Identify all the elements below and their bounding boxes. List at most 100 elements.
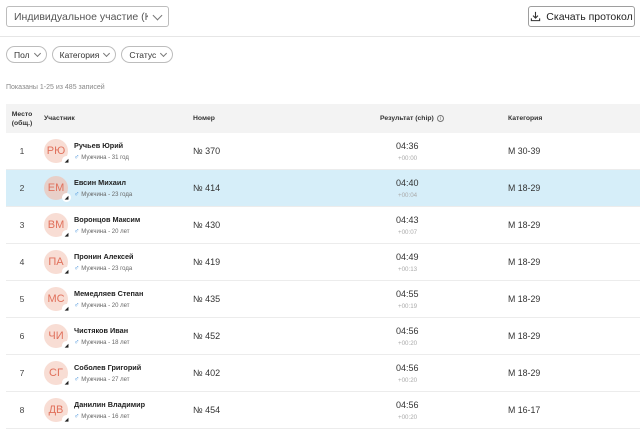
avatar: СГ ◢ [44,361,71,387]
avatar-initials: ПА [48,256,64,268]
filter-bar: Пол Категория Статус [6,46,174,63]
bib-number: № 370 [193,146,221,156]
category-cell: М 16-17 [508,405,541,415]
result-cell: 04:56 +00:20 [380,326,508,347]
running-shoe-icon: ◢ [62,415,71,424]
chevron-down-icon [152,10,163,20]
result-time: 04:40 [396,177,419,188]
participant-name[interactable]: Соболев Григорий [74,363,141,372]
participant-info: Пронин Алексей ♂ Мужчина - 23 года [74,252,134,272]
avatar-initials: ЕМ [47,182,65,194]
participant-cell: ЧИ ◢ Чистяков Иван ♂ Мужчина - 18 лет [38,324,193,350]
result-time: 04:36 [396,140,419,151]
download-protocol-button[interactable]: Скачать протокол [528,6,635,27]
download-protocol-label: Скачать протокол [546,10,633,23]
table-row[interactable]: 4 ПА ◢ Пронин Алексей ♂ Мужчина - 23 год… [6,244,640,281]
chevron-down-icon [160,49,168,58]
running-shoe-icon: ◢ [62,230,71,239]
participant-name[interactable]: Мемедляев Степан [74,289,143,298]
participant-details: ♂ Мужчина - 20 лет [74,302,143,309]
participant-name[interactable]: Евсин Михаил [74,178,132,187]
result-time: 04:43 [396,214,419,225]
filter-gender[interactable]: Пол [6,46,47,63]
participant-gender-age: Мужчина - 20 лет [81,228,130,235]
bib-number: № 454 [193,405,221,415]
participant-gender-age: Мужчина - 20 лет [81,302,130,309]
category-cell: М 18-29 [508,294,541,304]
participant-name[interactable]: Данилин Владимир [74,400,145,409]
table-row[interactable]: 8 ДВ ◢ Данилин Владимир ♂ Мужчина - 16 л… [6,392,640,429]
participant-info: Чистяков Иван ♂ Мужчина - 18 лет [74,326,130,346]
participant-name[interactable]: Чистяков Иван [74,326,130,335]
table-row[interactable]: 1 РЮ ◢ Ручьев Юрий ♂ Мужчина - 31 год № … [6,133,640,170]
place-cell: 4 [19,257,25,267]
male-icon: ♂ [74,228,80,235]
table-row[interactable]: 7 СГ ◢ Соболев Григорий ♂ Мужчина - 27 л… [6,355,640,392]
avatar-initials: СГ [49,367,63,379]
result-time: 04:56 [396,362,419,373]
result-cell: 04:56 +00:20 [380,400,508,421]
running-shoe-icon: ◢ [62,156,71,165]
category-cell: М 18-29 [508,257,541,267]
category-cell: М 30-39 [508,146,541,156]
participant-cell: ВМ ◢ Воронцов Максим ♂ Мужчина - 20 лет [38,213,193,239]
result-gap: +00:04 [398,191,418,199]
avatar-initials: МС [47,293,65,305]
table-row[interactable]: 2 ЕМ ◢ Евсин Михаил ♂ Мужчина - 23 года … [6,170,640,207]
result-cell: 04:40 +00:04 [380,178,508,199]
participant-details: ♂ Мужчина - 31 год [74,154,129,161]
table-row[interactable]: 5 МС ◢ Мемедляев Степан ♂ Мужчина - 20 л… [6,281,640,318]
result-time: 04:56 [396,399,419,410]
result-time: 04:55 [396,288,419,299]
column-place-sublabel: (общ.) [11,119,33,127]
participant-details: ♂ Мужчина - 20 лет [74,228,140,235]
filter-status[interactable]: Статус [121,46,174,63]
running-shoe-icon: ◢ [62,378,71,387]
place-cell: 6 [19,331,25,341]
table-row[interactable]: 6 ЧИ ◢ Чистяков Иван ♂ Мужчина - 18 лет … [6,318,640,355]
avatar: ЕМ ◢ [44,176,71,202]
participant-info: Соболев Григорий ♂ Мужчина - 27 лет [74,363,141,383]
avatar: ПА ◢ [44,250,71,276]
participant-info: Евсин Михаил ♂ Мужчина - 23 года [74,178,132,198]
participant-details: ♂ Мужчина - 18 лет [74,339,130,346]
column-place[interactable]: Место (общ.) [6,110,38,128]
column-participant[interactable]: Участник [38,115,193,122]
participant-name[interactable]: Пронин Алексей [74,252,134,261]
participant-details: ♂ Мужчина - 23 года [74,191,132,198]
running-shoe-icon: ◢ [62,304,71,313]
table-header: Место (общ.) Участник Номер Результат (c… [6,104,640,133]
column-number[interactable]: Номер [193,115,380,122]
participation-type-select[interactable]: Индивидуальное участие (Ква... [6,6,169,27]
running-shoe-icon: ◢ [62,193,71,202]
result-cell: 04:49 +00:13 [380,252,508,273]
filter-category[interactable]: Категория [51,46,117,63]
participant-cell: СГ ◢ Соболев Григорий ♂ Мужчина - 27 лет [38,361,193,387]
bib-number: № 430 [193,220,221,230]
filter-gender-label: Пол [14,49,30,60]
filter-status-label: Статус [129,49,157,60]
column-category[interactable]: Категория [508,115,640,122]
column-result[interactable]: Результат (chip) i [380,115,508,122]
avatar: РЮ ◢ [44,139,71,165]
participation-type-value: Индивидуальное участие (Ква... [14,10,148,23]
participant-details: ♂ Мужчина - 16 лет [74,413,145,420]
avatar-initials: РЮ [46,145,66,157]
place-cell: 7 [19,368,25,378]
participant-cell: ПА ◢ Пронин Алексей ♂ Мужчина - 23 года [38,250,193,276]
participant-name[interactable]: Ручьев Юрий [74,141,129,150]
filter-category-label: Категория [59,49,100,60]
column-result-label: Результат (chip) [380,115,434,122]
table-row[interactable]: 3 ВМ ◢ Воронцов Максим ♂ Мужчина - 20 ле… [6,207,640,244]
male-icon: ♂ [74,302,80,309]
male-icon: ♂ [74,191,80,198]
chevron-down-icon [103,49,111,58]
result-cell: 04:56 +00:20 [380,363,508,384]
bib-number: № 435 [193,294,221,304]
info-icon[interactable]: i [436,115,444,122]
participant-gender-age: Мужчина - 16 лет [81,413,130,420]
result-gap: +00:07 [398,228,418,236]
participant-name[interactable]: Воронцов Максим [74,215,140,224]
place-cell: 3 [19,220,25,230]
bib-number: № 419 [193,257,221,267]
